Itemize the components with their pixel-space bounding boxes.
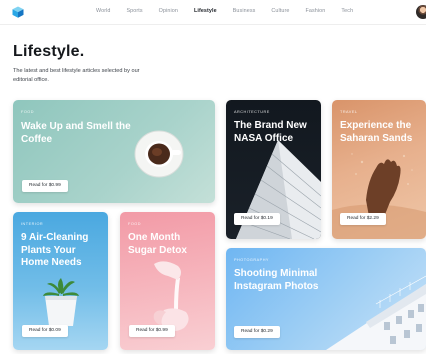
read-button-coffee[interactable]: Read for $0.99 <box>22 180 68 192</box>
article-card-nasa[interactable]: ARCHITECTURE The Brand New NASA Office R… <box>226 100 321 239</box>
card-title[interactable]: Wake Up and Smell the Coffee <box>21 121 131 146</box>
article-card-sahara[interactable]: TRAVEL Experience the Saharan Sands Read… <box>332 100 426 239</box>
read-button-sugar[interactable]: Read for $0.99 <box>129 325 175 337</box>
card-category: PHOTOGRAPHY <box>234 258 269 262</box>
read-button-plants[interactable]: Read for $0.09 <box>22 325 68 337</box>
nav-item-culture[interactable]: Culture <box>271 8 289 14</box>
nav-item-business[interactable]: Business <box>233 8 256 14</box>
article-card-plants[interactable]: INTERIOR 9 Air-Cleaning Plants Your Home… <box>13 212 108 350</box>
page-description: The latest and best lifestyle articles s… <box>13 68 140 83</box>
cube-logo-icon[interactable] <box>12 6 24 18</box>
card-title[interactable]: One Month Sugar Detox <box>128 232 210 257</box>
card-title[interactable]: 9 Air-Cleaning Plants Your Home Needs <box>21 232 105 270</box>
nav-item-fashion[interactable]: Fashion <box>306 8 326 14</box>
card-category: FOOD <box>128 222 141 226</box>
read-button-sahara[interactable]: Read for $2.29 <box>340 213 386 225</box>
card-title[interactable]: Experience the Saharan Sands <box>340 120 422 145</box>
nav-item-tech[interactable]: Tech <box>341 8 353 14</box>
coffee-cup-illustration <box>134 130 184 178</box>
main-nav: World Sports Opinion Lifestyle Business … <box>96 8 369 14</box>
card-category: TRAVEL <box>340 110 358 114</box>
nav-item-world[interactable]: World <box>96 8 110 14</box>
user-avatar[interactable] <box>416 5 426 19</box>
nav-item-opinion[interactable]: Opinion <box>159 8 178 14</box>
read-button-instagram[interactable]: Read for $0.29 <box>234 326 280 338</box>
article-card-coffee[interactable]: FOOD Wake Up and Smell the Coffee Read f… <box>13 100 215 203</box>
article-card-sugar[interactable]: FOOD One Month Sugar Detox Read for $0.9… <box>120 212 215 350</box>
header-divider <box>0 24 426 25</box>
nav-item-lifestyle[interactable]: Lifestyle <box>194 8 217 14</box>
page-title: Lifestyle. <box>13 43 85 60</box>
nav-item-sports[interactable]: Sports <box>126 8 142 14</box>
card-category: INTERIOR <box>21 222 44 226</box>
read-button-nasa[interactable]: Read for $0.19 <box>234 213 280 225</box>
card-title[interactable]: The Brand New NASA Office <box>234 120 316 145</box>
potted-plant-illustration <box>43 278 79 326</box>
card-category: ARCHITECTURE <box>234 110 270 114</box>
top-navigation: World Sports Opinion Lifestyle Business … <box>0 0 426 24</box>
article-card-instagram[interactable]: PHOTOGRAPHY Shooting Minimal Instagram P… <box>226 248 426 350</box>
card-title[interactable]: Shooting Minimal Instagram Photos <box>234 268 344 293</box>
card-category: FOOD <box>21 110 34 114</box>
